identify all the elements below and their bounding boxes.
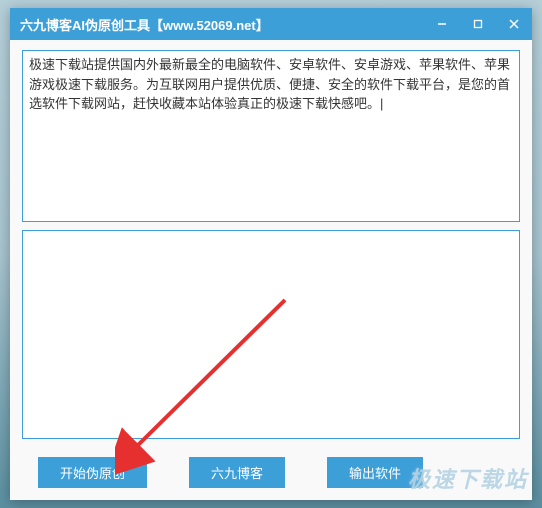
- app-window: 六九博客AI伪原创工具【www.52069.net】 开始伪原创 六九博客 输出…: [10, 8, 532, 500]
- window-title: 六九博客AI伪原创工具【www.52069.net】: [20, 15, 424, 34]
- minimize-button[interactable]: [424, 8, 460, 40]
- close-button[interactable]: [496, 8, 532, 40]
- button-row: 开始伪原创 六九博客 输出软件: [10, 449, 532, 500]
- output-textarea[interactable]: [22, 230, 520, 439]
- blog-button[interactable]: 六九博客: [189, 457, 285, 488]
- start-button[interactable]: 开始伪原创: [38, 457, 147, 488]
- export-button[interactable]: 输出软件: [327, 457, 423, 488]
- window-controls: [424, 8, 532, 40]
- maximize-button[interactable]: [460, 8, 496, 40]
- titlebar: 六九博客AI伪原创工具【www.52069.net】: [10, 8, 532, 40]
- input-textarea[interactable]: [22, 50, 520, 222]
- content-area: [10, 40, 532, 449]
